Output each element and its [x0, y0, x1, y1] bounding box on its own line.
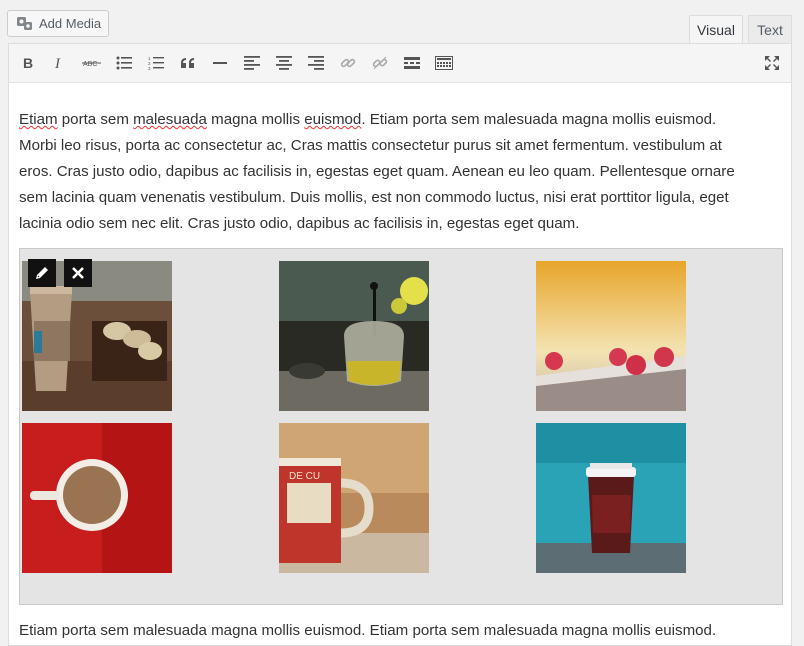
gallery-edit-button[interactable] [28, 259, 56, 287]
remove-x-icon [72, 267, 84, 279]
red-mug-photo: DE CU [279, 423, 429, 573]
content-paragraph-bottom[interactable]: Etiam porta sem malesuada magna mollis e… [19, 622, 783, 639]
gallery-image-coffee-red[interactable] [22, 423, 172, 573]
misspelled-word: malesuada [133, 111, 207, 128]
gallery-image-raspberries[interactable] [536, 261, 686, 411]
gallery-block[interactable]: DE CU [19, 248, 783, 605]
strikethrough-icon: ABC [82, 61, 101, 68]
align-right-button[interactable] [304, 51, 328, 75]
paragraph-line-5: lacinia odio sem nec elit. Cras justo od… [19, 215, 580, 232]
glass-teapot-photo [279, 261, 429, 411]
unlink-button[interactable] [368, 51, 392, 75]
strikethrough-button[interactable]: ABC [80, 51, 104, 75]
align-right-icon [308, 56, 324, 70]
tab-text-label: Text [757, 21, 783, 38]
link-icon [340, 58, 356, 68]
svg-text:DE CU: DE CU [289, 471, 320, 482]
numbered-list-button[interactable]: 1 2 3 [144, 51, 168, 75]
paragraph-line-3: eros. Cras justo odio, dapibus ac facili… [19, 163, 735, 180]
blockquote-button[interactable] [176, 51, 200, 75]
tab-text[interactable]: Text [748, 15, 792, 43]
misspelled-word: euismod [304, 111, 362, 128]
horizontal-line-button[interactable] [208, 51, 232, 75]
editor-toolbar: B I ABC 1 2 3 [9, 44, 791, 83]
svg-text:I: I [54, 56, 61, 70]
edit-pencil-icon [36, 267, 48, 279]
align-center-button[interactable] [272, 51, 296, 75]
unlink-icon [372, 56, 388, 70]
italic-icon: I [54, 56, 61, 70]
link-button[interactable] [336, 51, 360, 75]
paragraph-line-4: sem lacinia quam venenatis vestibulum. D… [19, 189, 729, 206]
toolbar-toggle-button[interactable] [432, 51, 456, 75]
editor-area: B I ABC 1 2 3 Etiam porta sem malesuada … [8, 43, 792, 646]
bold-icon: B [23, 56, 33, 70]
horizontal-line-icon [213, 62, 227, 64]
paragraph-line-1: Etiam porta sem malesuada magna mollis e… [19, 111, 717, 128]
svg-text:B: B [23, 56, 33, 70]
paragraph-line-2: Morbi leo risus, porta ac consectetur ac… [19, 137, 722, 154]
gallery-remove-button[interactable] [64, 259, 92, 287]
tab-visual-label: Visual [697, 21, 735, 38]
bulleted-list-icon [116, 56, 132, 70]
add-media-label: Add Media [39, 16, 102, 31]
media-icon [17, 16, 32, 30]
read-more-button[interactable] [400, 51, 424, 75]
blockquote-icon [181, 58, 194, 68]
read-more-icon [404, 57, 420, 69]
add-media-button[interactable]: Add Media [7, 10, 109, 37]
italic-button[interactable]: I [48, 51, 72, 75]
bulleted-list-button[interactable] [112, 51, 136, 75]
bold-button[interactable]: B [17, 51, 41, 75]
misspelled-word: Etiam [19, 111, 58, 128]
tab-visual[interactable]: Visual [689, 15, 743, 43]
gallery-image-teapot[interactable] [279, 261, 429, 411]
paper-coffee-cup-blue-background-photo [536, 423, 686, 573]
coffee-cup-red-background-photo [22, 423, 172, 573]
content-paragraph[interactable]: Etiam porta sem malesuada magna mollis e… [19, 107, 783, 237]
svg-text:3: 3 [148, 66, 151, 70]
toolbar-toggle-icon [435, 56, 453, 70]
fullscreen-button[interactable] [760, 51, 784, 75]
align-center-icon [276, 56, 292, 70]
svg-text:ABC: ABC [83, 61, 97, 68]
gallery-image-paper-cup[interactable] [536, 423, 686, 573]
gallery-image-red-mug[interactable]: DE CU [279, 423, 429, 573]
fullscreen-icon [765, 56, 779, 70]
numbered-list-icon: 1 2 3 [148, 56, 164, 70]
align-left-button[interactable] [240, 51, 264, 75]
align-left-icon [244, 56, 260, 70]
raspberries-photo [536, 261, 686, 411]
